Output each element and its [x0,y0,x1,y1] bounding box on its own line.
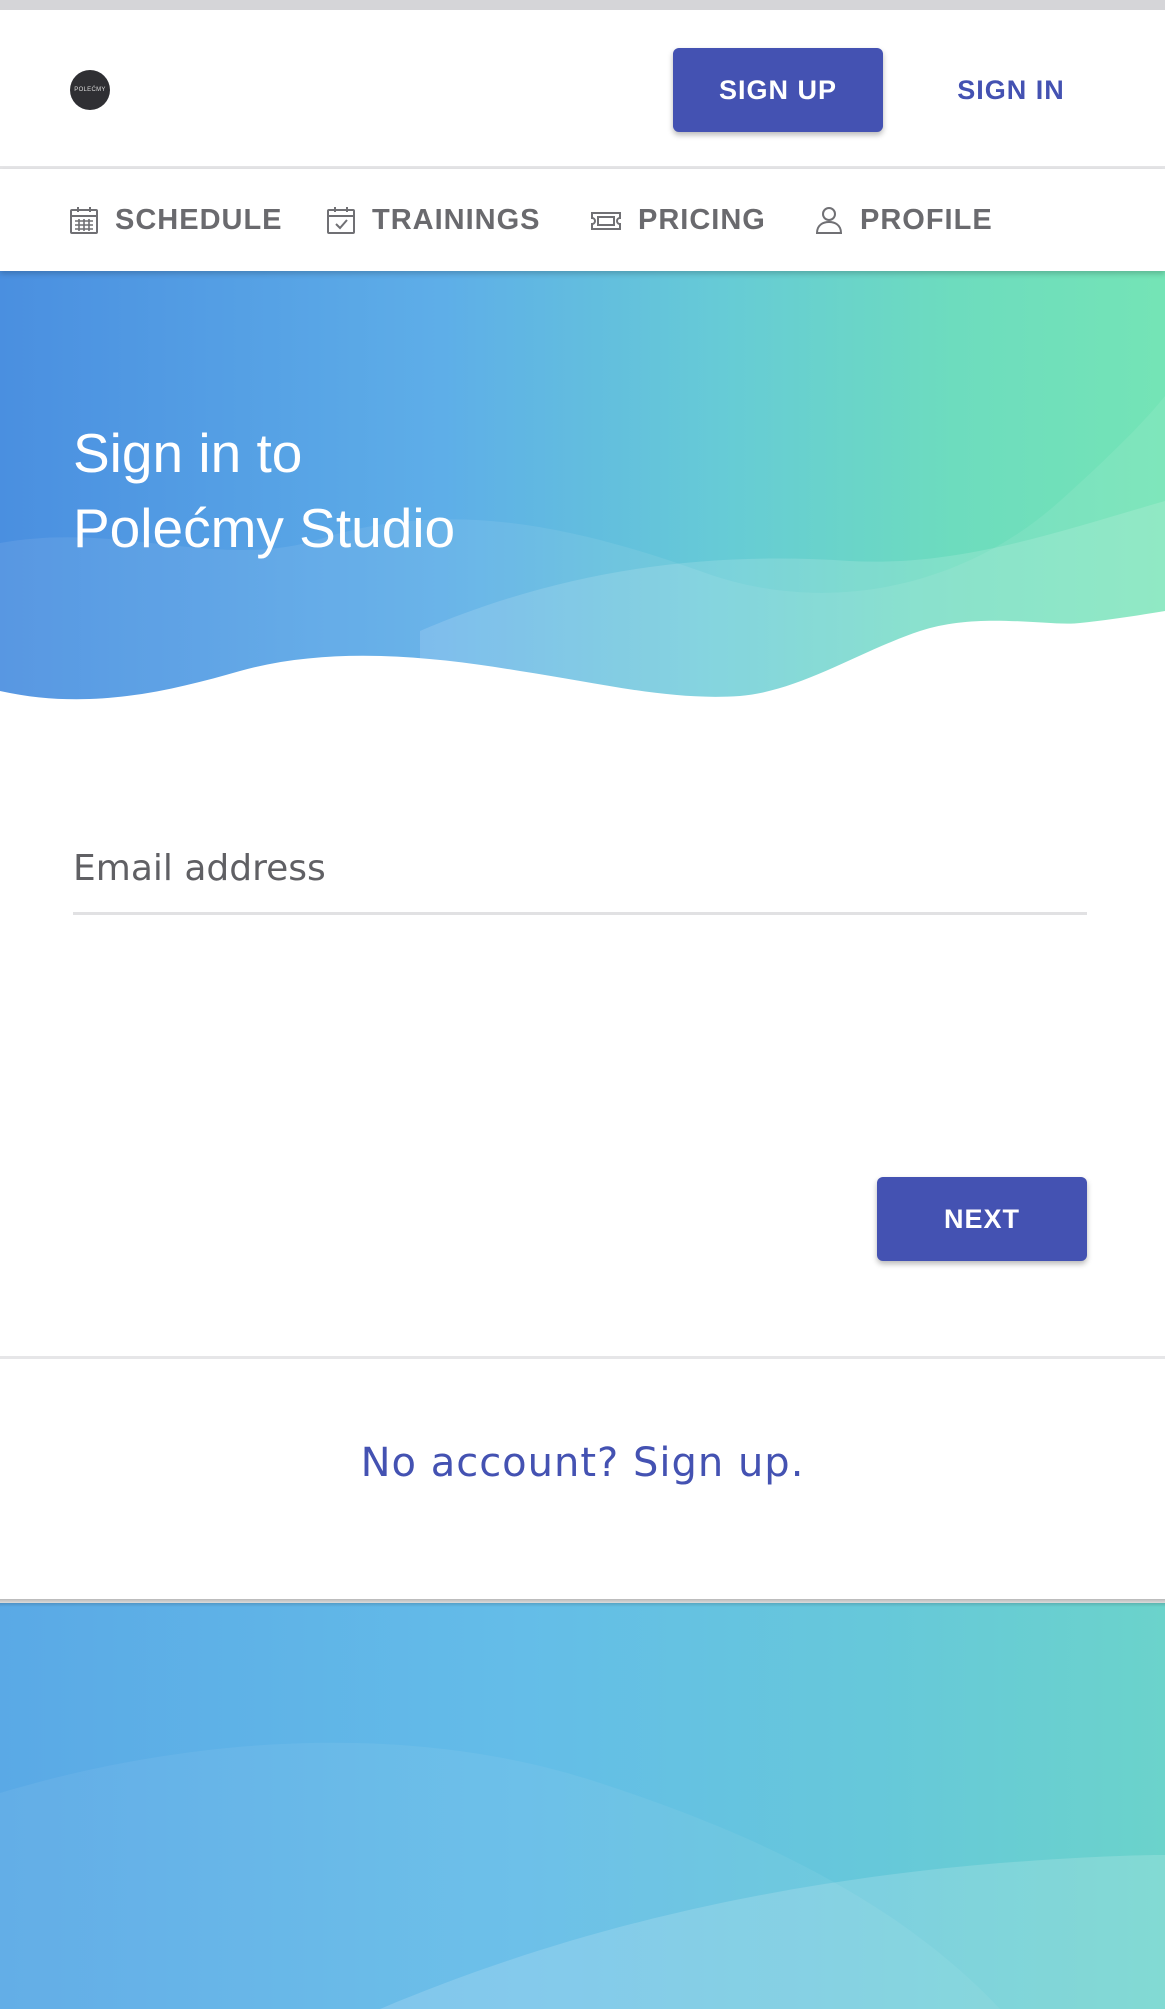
browser-top-edge [0,0,1165,10]
hero-banner: Sign in to Polećmy Studio [0,271,1165,731]
calendar-check-icon [327,207,355,234]
page-title-line-1: Sign in to [73,422,303,484]
nav-label-schedule: SCHEDULE [115,203,283,236]
nav-item-pricing[interactable]: PRICING [590,169,766,271]
page-title: Sign in to Polećmy Studio [73,416,455,566]
email-field [73,830,1087,915]
sign-up-link[interactable]: No account? Sign up. [0,1440,1165,1486]
nav-item-schedule[interactable]: SCHEDULE [69,169,283,271]
nav-item-profile[interactable]: PROFILE [814,169,993,271]
email-input[interactable] [73,830,1087,906]
main-nav: SCHEDULE TRAININGS PRICING PROFILE [0,169,1165,271]
nav-label-trainings: TRAININGS [372,203,541,236]
next-button[interactable]: NEXT [877,1177,1087,1261]
background-gradient [0,1603,1165,2009]
ticket-icon [591,212,621,230]
logo-text: POLEĆMY [74,87,106,93]
nav-label-pricing: PRICING [638,203,766,236]
studio-logo[interactable]: POLEĆMY [70,70,110,110]
card-divider [0,1356,1165,1359]
card-bottom-shadow [0,1599,1165,1607]
sign-up-button[interactable]: SIGN UP [673,48,883,132]
sign-in-link[interactable]: SIGN IN [930,48,1092,132]
nav-item-trainings[interactable]: TRAININGS [326,169,541,271]
background-waves [0,1742,1165,2009]
app-header: POLEĆMY SIGN UP SIGN IN [0,10,1165,169]
user-icon [815,207,843,234]
nav-label-profile: PROFILE [860,203,993,236]
calendar-grid-icon [70,207,98,234]
page-title-line-2: Polećmy Studio [73,497,456,559]
